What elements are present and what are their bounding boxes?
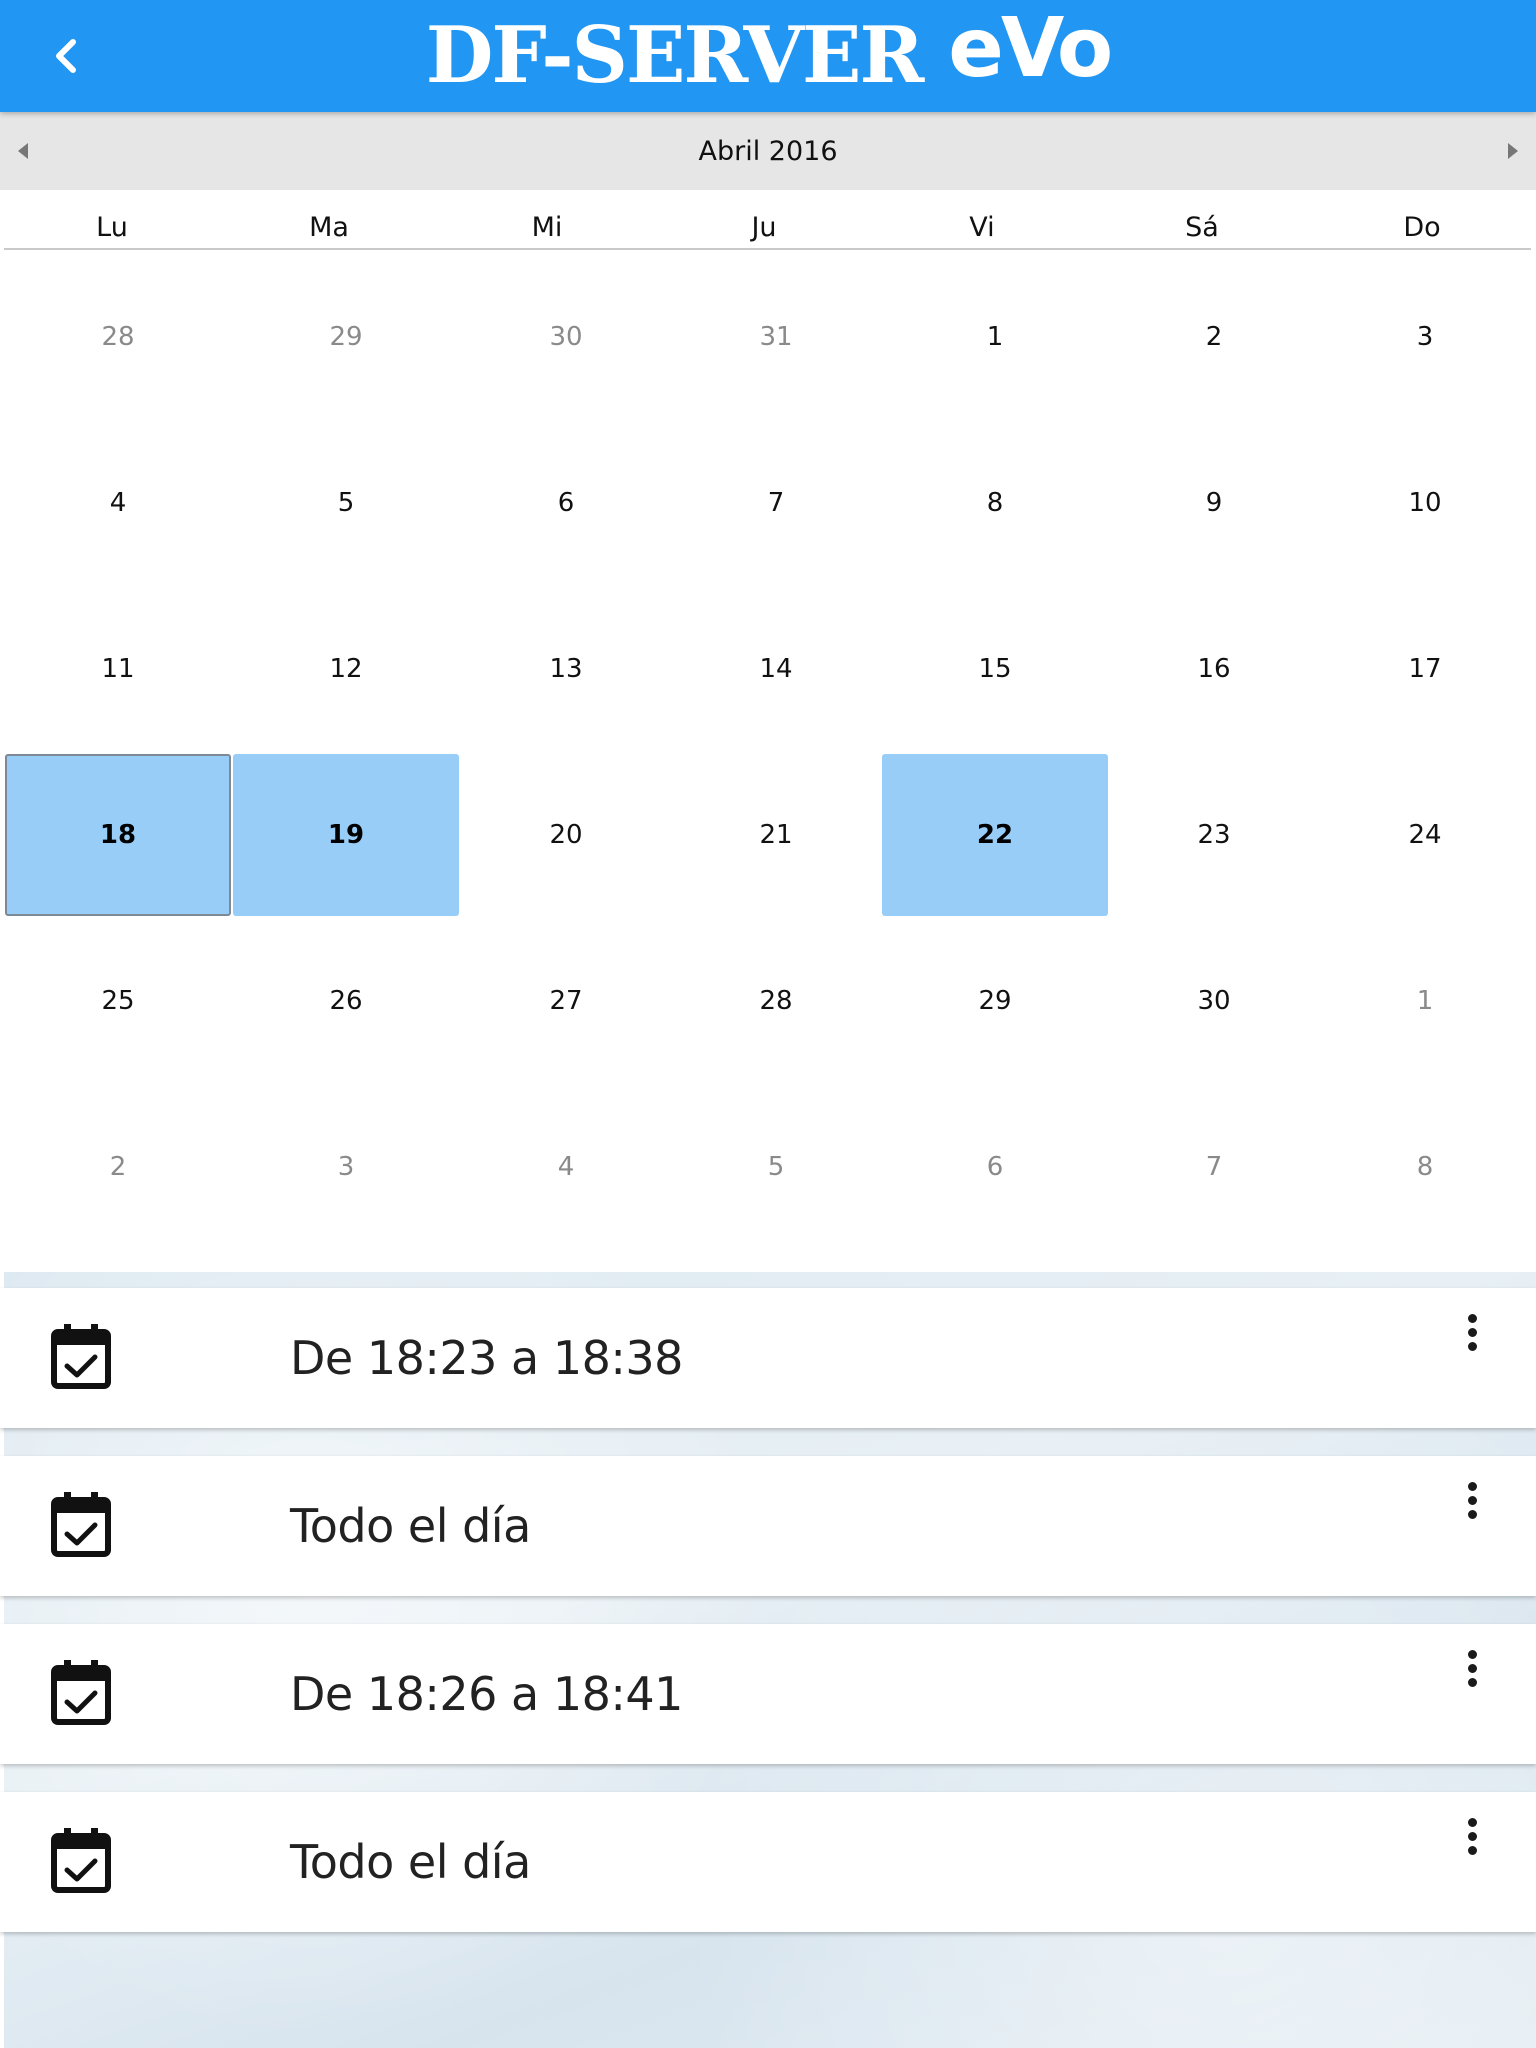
calendar-day[interactable]: 9 bbox=[1101, 422, 1327, 584]
logo-text-main: DF-SERVER bbox=[425, 10, 925, 101]
calendar-day[interactable]: 24 bbox=[1312, 754, 1536, 916]
calendar-grid: 28 29 30 31 1 2 3 4 5 6 7 8 9 10 11 12 13 14 15 16 17 18 19 20 2… bbox=[0, 250, 1536, 1270]
weekday-label: Sá bbox=[1185, 212, 1219, 243]
weekday-label: Ma bbox=[309, 212, 349, 243]
event-item[interactable]: De 18:23 a 18:38 bbox=[0, 1288, 1536, 1428]
calendar-check-icon bbox=[51, 1828, 111, 1893]
calendar-day[interactable]: 4 bbox=[5, 422, 231, 584]
calendar-day[interactable]: 8 bbox=[882, 422, 1108, 584]
weekday-label: Do bbox=[1403, 212, 1441, 243]
calendar-day-outside-month[interactable]: 28 bbox=[5, 256, 231, 418]
calendar-day-outside-month[interactable]: 2 bbox=[5, 1086, 231, 1248]
event-time-label: Todo el día bbox=[290, 1499, 531, 1553]
weekday-label: Mi bbox=[531, 212, 563, 243]
triangle-right-icon bbox=[1508, 143, 1518, 159]
more-vertical-icon-dot bbox=[1467, 1663, 1477, 1673]
next-month-button[interactable] bbox=[1496, 134, 1530, 168]
calendar-check-icon bbox=[51, 1324, 111, 1389]
event-item[interactable]: Todo el día bbox=[0, 1456, 1536, 1596]
calendar-day[interactable]: 3 bbox=[1312, 256, 1536, 418]
more-vertical-icon bbox=[1467, 1649, 1477, 1659]
calendar-day-with-event[interactable]: 18 bbox=[5, 754, 231, 916]
calendar-day-with-event[interactable]: 22 bbox=[882, 754, 1108, 916]
weekday-label: Ju bbox=[751, 212, 777, 243]
calendar-day[interactable]: 17 bbox=[1312, 588, 1536, 750]
calendar-day[interactable]: 13 bbox=[453, 588, 679, 750]
calendar-day[interactable]: 6 bbox=[453, 422, 679, 584]
more-vertical-icon-dot bbox=[1467, 1495, 1477, 1505]
event-menu-button[interactable] bbox=[1452, 1480, 1492, 1520]
calendar-day[interactable]: 5 bbox=[233, 422, 459, 584]
calendar-day[interactable]: 25 bbox=[5, 920, 231, 1082]
calendar-day-outside-month[interactable]: 31 bbox=[663, 256, 889, 418]
calendar-day[interactable]: 26 bbox=[233, 920, 459, 1082]
calendar-day-outside-month[interactable]: 7 bbox=[1101, 1086, 1327, 1248]
calendar-day[interactable]: 20 bbox=[453, 754, 679, 916]
calendar-day[interactable]: 28 bbox=[663, 920, 889, 1082]
calendar-day[interactable]: 29 bbox=[882, 920, 1108, 1082]
weekday-label: Lu bbox=[96, 212, 128, 243]
calendar-day[interactable]: 15 bbox=[882, 588, 1108, 750]
calendar-day-with-event[interactable]: 19 bbox=[233, 754, 459, 916]
calendar-day[interactable]: 11 bbox=[5, 588, 231, 750]
event-item[interactable]: Todo el día bbox=[0, 1792, 1536, 1932]
weekday-header: Lu Ma Mi Ju Vi Sá Do bbox=[4, 198, 1531, 250]
app-header: DF-SERVER eVo bbox=[0, 0, 1536, 112]
calendar-day[interactable]: 1 bbox=[882, 256, 1108, 418]
calendar-day[interactable]: 30 bbox=[1101, 920, 1327, 1082]
calendar-day[interactable]: 21 bbox=[663, 754, 889, 916]
more-vertical-icon bbox=[1467, 1817, 1477, 1827]
more-vertical-icon bbox=[1467, 1313, 1477, 1323]
calendar-day[interactable]: 23 bbox=[1101, 754, 1327, 916]
calendar-day[interactable]: 7 bbox=[663, 422, 889, 584]
calendar-day[interactable]: 12 bbox=[233, 588, 459, 750]
calendar-day[interactable]: 2 bbox=[1101, 256, 1327, 418]
app-logo: DF-SERVER eVo bbox=[0, 6, 1536, 106]
month-title: Abril 2016 bbox=[698, 135, 838, 167]
more-vertical-icon-dot bbox=[1467, 1341, 1477, 1351]
calendar-day-outside-month[interactable]: 4 bbox=[453, 1086, 679, 1248]
event-time-label: De 18:23 a 18:38 bbox=[290, 1331, 683, 1385]
calendar-day[interactable]: 16 bbox=[1101, 588, 1327, 750]
calendar-day-outside-month[interactable]: 6 bbox=[882, 1086, 1108, 1248]
calendar-day-outside-month[interactable]: 29 bbox=[233, 256, 459, 418]
calendar-day[interactable]: 27 bbox=[453, 920, 679, 1082]
event-menu-button[interactable] bbox=[1452, 1648, 1492, 1688]
calendar-day-outside-month[interactable]: 5 bbox=[663, 1086, 889, 1248]
event-time-label: Todo el día bbox=[290, 1835, 531, 1889]
event-time-label: De 18:26 a 18:41 bbox=[290, 1667, 683, 1721]
calendar-check-icon bbox=[51, 1492, 111, 1557]
calendar-day[interactable]: 10 bbox=[1312, 422, 1536, 584]
calendar-day-outside-month[interactable]: 8 bbox=[1312, 1086, 1536, 1248]
event-menu-button[interactable] bbox=[1452, 1312, 1492, 1352]
more-vertical-icon-dot bbox=[1467, 1677, 1477, 1687]
calendar-day-outside-month[interactable]: 1 bbox=[1312, 920, 1536, 1082]
more-vertical-icon-dot bbox=[1467, 1845, 1477, 1855]
event-menu-button[interactable] bbox=[1452, 1816, 1492, 1856]
calendar-day[interactable]: 14 bbox=[663, 588, 889, 750]
more-vertical-icon-dot bbox=[1467, 1509, 1477, 1519]
calendar-day-outside-month[interactable]: 30 bbox=[453, 256, 679, 418]
logo-text-sub: eVo bbox=[948, 1, 1113, 96]
calendar-check-icon bbox=[51, 1660, 111, 1725]
more-vertical-icon bbox=[1467, 1481, 1477, 1491]
weekday-label: Vi bbox=[969, 212, 995, 243]
month-navigation: Abril 2016 bbox=[0, 112, 1536, 190]
more-vertical-icon-dot bbox=[1467, 1327, 1477, 1337]
calendar-day-outside-month[interactable]: 3 bbox=[233, 1086, 459, 1248]
event-item[interactable]: De 18:26 a 18:41 bbox=[0, 1624, 1536, 1764]
more-vertical-icon-dot bbox=[1467, 1831, 1477, 1841]
